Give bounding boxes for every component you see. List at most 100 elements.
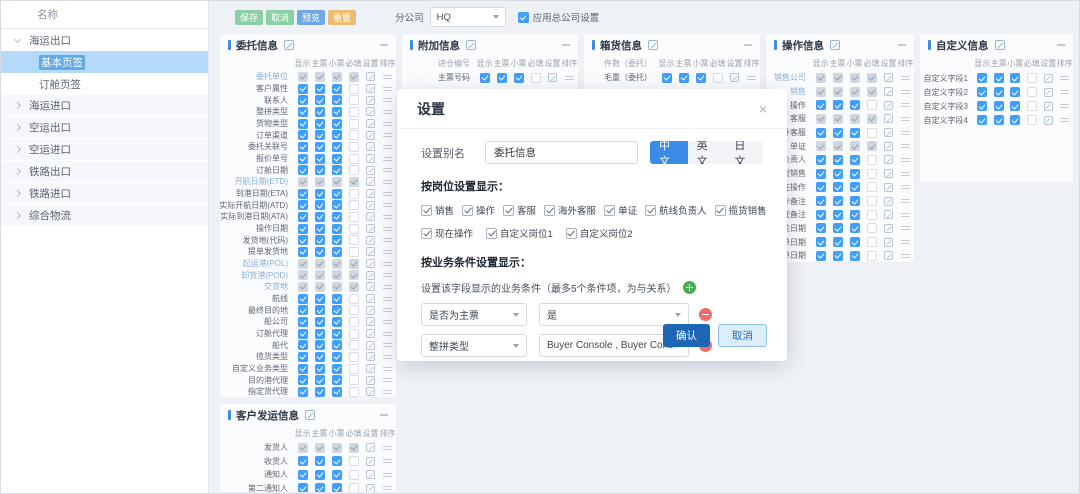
checkbox-checked-icon[interactable]	[315, 119, 325, 129]
checkbox-locked-icon[interactable]	[850, 141, 860, 151]
edit-field-icon[interactable]	[884, 224, 893, 233]
edit-field-icon[interactable]	[366, 259, 375, 268]
sort-handle-icon[interactable]	[383, 285, 392, 289]
checkbox-checked-icon[interactable]	[994, 87, 1004, 97]
edit-panel-icon[interactable]	[830, 40, 840, 50]
checkbox-checked-icon[interactable]	[298, 84, 308, 94]
checkbox-unchecked-icon[interactable]	[349, 294, 359, 304]
edit-field-icon[interactable]	[884, 142, 893, 151]
checkbox-checked-icon[interactable]	[332, 329, 342, 339]
checkbox-checked-icon[interactable]	[833, 182, 843, 192]
sidebar-item-海运出口[interactable]: 海运出口	[1, 29, 208, 51]
checkbox-checked-icon[interactable]	[332, 483, 342, 493]
checkbox-checked-icon[interactable]	[298, 375, 308, 385]
edit-field-icon[interactable]	[366, 376, 375, 385]
checkbox-checked-icon[interactable]	[332, 364, 342, 374]
checkbox-checked-icon[interactable]	[816, 169, 826, 179]
checkbox-checked-icon[interactable]	[850, 237, 860, 247]
sort-handle-icon[interactable]	[383, 215, 392, 219]
edit-field-icon[interactable]	[884, 114, 893, 123]
checkbox-checked-icon[interactable]	[332, 387, 342, 397]
checkbox-checked-icon[interactable]	[850, 223, 860, 233]
edit-field-icon[interactable]	[366, 282, 375, 291]
checkbox-checked-icon[interactable]	[332, 84, 342, 94]
edit-panel-icon[interactable]	[648, 40, 658, 50]
sort-handle-icon[interactable]	[901, 158, 910, 162]
checkbox-checked-icon[interactable]	[332, 317, 342, 327]
checkbox-locked-icon[interactable]	[298, 282, 308, 292]
checkbox-unchecked-icon[interactable]	[349, 329, 359, 339]
edit-field-icon[interactable]	[884, 251, 893, 260]
checkbox-unchecked-icon[interactable]	[867, 237, 877, 247]
edit-field-icon[interactable]	[884, 87, 893, 96]
checkbox-checked-icon[interactable]	[514, 73, 524, 83]
edit-field-icon[interactable]	[366, 271, 375, 280]
checkbox-unchecked-icon[interactable]	[349, 119, 359, 129]
collapse-panel-icon[interactable]	[380, 414, 388, 416]
position-checkbox-航线负责人[interactable]: 航线负责人	[645, 203, 707, 217]
checkbox-locked-icon[interactable]	[349, 177, 359, 187]
collapse-panel-icon[interactable]	[898, 44, 906, 46]
checkbox-locked-icon[interactable]	[315, 282, 325, 292]
sort-handle-icon[interactable]	[383, 98, 392, 102]
sort-handle-icon[interactable]	[901, 213, 910, 217]
checkbox-checked-icon[interactable]	[1010, 101, 1020, 111]
checkbox-checked-icon[interactable]	[833, 155, 843, 165]
sort-handle-icon[interactable]	[383, 122, 392, 126]
sort-handle-icon[interactable]	[383, 168, 392, 172]
checkbox-checked-icon[interactable]	[315, 375, 325, 385]
close-icon[interactable]: ×	[759, 102, 767, 116]
checkbox-locked-icon[interactable]	[850, 73, 860, 83]
checkbox-unchecked-icon[interactable]	[349, 456, 359, 466]
sort-handle-icon[interactable]	[901, 199, 910, 203]
checkbox-checked-icon[interactable]	[298, 387, 308, 397]
sort-handle-icon[interactable]	[901, 103, 910, 107]
edit-field-icon[interactable]	[730, 73, 739, 82]
edit-field-icon[interactable]	[366, 212, 375, 221]
checkbox-unchecked-icon[interactable]	[349, 305, 359, 315]
checkbox-checked-icon[interactable]	[332, 235, 342, 245]
checkbox-checked-icon[interactable]	[332, 247, 342, 257]
position-checkbox-自定义岗位2[interactable]: 自定义岗位2	[566, 226, 633, 240]
collapse-panel-icon[interactable]	[380, 44, 388, 46]
edit-field-icon[interactable]	[366, 224, 375, 233]
checkbox-checked-icon[interactable]	[816, 223, 826, 233]
checkbox-checked-icon[interactable]	[833, 223, 843, 233]
checkbox-checked-icon[interactable]	[315, 130, 325, 140]
checkbox-checked-icon[interactable]	[298, 107, 308, 117]
sort-handle-icon[interactable]	[383, 390, 392, 394]
checkbox-checked-icon[interactable]	[1010, 115, 1020, 125]
checkbox-checked-icon[interactable]	[850, 100, 860, 110]
sort-handle-icon[interactable]	[383, 203, 392, 207]
sidebar-item-海运进口[interactable]: 海运进口	[1, 95, 208, 117]
edit-field-icon[interactable]	[366, 306, 375, 315]
sort-handle-icon[interactable]	[383, 343, 392, 347]
sort-handle-icon[interactable]	[901, 131, 910, 135]
checkbox-checked-icon[interactable]	[298, 224, 308, 234]
sort-handle-icon[interactable]	[383, 367, 392, 371]
checkbox-unchecked-icon[interactable]	[713, 73, 723, 83]
checkbox-unchecked-icon[interactable]	[867, 128, 877, 138]
checkbox-checked-icon[interactable]	[833, 128, 843, 138]
checkbox-unchecked-icon[interactable]	[349, 107, 359, 117]
checkbox-unchecked-icon[interactable]	[349, 84, 359, 94]
edit-field-icon[interactable]	[366, 470, 375, 479]
checkbox-locked-icon[interactable]	[332, 259, 342, 269]
sort-handle-icon[interactable]	[747, 76, 756, 80]
apply-company-checkbox[interactable]: 应用总公司设置	[518, 10, 600, 24]
sort-handle-icon[interactable]	[383, 133, 392, 137]
checkbox-checked-icon[interactable]	[298, 119, 308, 129]
sort-handle-icon[interactable]	[1060, 104, 1069, 108]
checkbox-locked-icon[interactable]	[315, 177, 325, 187]
edit-field-icon[interactable]	[366, 84, 375, 93]
edit-field-icon[interactable]	[884, 128, 893, 137]
edit-field-icon[interactable]	[366, 352, 375, 361]
sort-handle-icon[interactable]	[383, 87, 392, 91]
checkbox-unchecked-icon[interactable]	[349, 142, 359, 152]
checkbox-locked-icon[interactable]	[816, 87, 826, 97]
checkbox-checked-icon[interactable]	[315, 317, 325, 327]
checkbox-unchecked-icon[interactable]	[349, 95, 359, 105]
checkbox-checked-icon[interactable]	[816, 128, 826, 138]
edit-field-icon[interactable]	[884, 197, 893, 206]
checkbox-locked-icon[interactable]	[816, 73, 826, 83]
